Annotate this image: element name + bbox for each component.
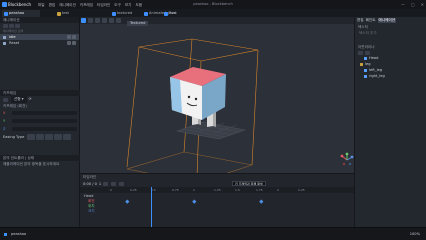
status-project-name: peashoo: [11, 232, 27, 236]
tab-rest[interactable]: Rest: [162, 10, 192, 17]
keyframe-y-input[interactable]: [12, 119, 77, 123]
play-icon[interactable]: [103, 181, 109, 186]
visibility-icon[interactable]: [72, 35, 76, 39]
project-icon: [3, 11, 8, 16]
playhead[interactable]: [151, 187, 152, 228]
keyframe-channel-row: 선형 ▾ ⟳: [0, 96, 80, 103]
menu-bar: 파일 편집 애니메이션 키프레임 타임라인 도구 보기 도움: [38, 3, 142, 8]
tick-label: 0: [110, 188, 112, 192]
axis-gizmo[interactable]: [340, 152, 354, 166]
status-bar: peashoo 100%: [0, 227, 426, 240]
import-animation-button[interactable]: [9, 24, 14, 28]
tick-label: 2: [277, 188, 279, 192]
tab-test[interactable]: test: [55, 10, 100, 17]
prev-keyframe-button[interactable]: [3, 97, 8, 102]
animation-icon: [3, 35, 6, 39]
tooltip: 키 프레임과 함께 재생: [232, 181, 266, 186]
animation-item-reset[interactable]: Reset: [0, 40, 79, 46]
timeline-panel: 타임라인 0:00 / 0 1 ⏮ ⏭ 키 프레임과 함께 재생 0 0.25 …: [80, 173, 354, 228]
project-icon: [56, 11, 61, 16]
right-panel: 편집 페인트 애니메이션 텍스처 텍스처 추가 아웃라이너 Head leg l…: [354, 17, 426, 227]
keyframe[interactable]: [259, 199, 264, 204]
project-tab-bar: peashoo test textured Animated_Java Rest: [0, 9, 426, 17]
model-head-cube: [170, 67, 226, 120]
loop-icon[interactable]: [67, 35, 71, 39]
bone-controller-text: 애플리케이션 본의 중독을 표시하세요: [3, 162, 60, 166]
menu-timeline[interactable]: 타임라인: [97, 3, 110, 8]
menu-tools[interactable]: 도구: [114, 3, 121, 8]
scene-canvas: [126, 38, 354, 173]
project-icon: [4, 232, 7, 236]
add-animation-button[interactable]: [3, 24, 8, 28]
easing-sine-button[interactable]: [36, 134, 45, 140]
keyframe-x-row: X: [0, 109, 80, 117]
project-icon: [111, 11, 116, 16]
minimize-icon[interactable]: —: [401, 2, 405, 7]
tick-label: 0.25: [130, 188, 137, 192]
keyframe-z-row: Z: [0, 125, 80, 133]
status-zoom: 100%: [409, 232, 420, 236]
project-icon: [143, 11, 148, 16]
tick-label: 2.25: [298, 188, 305, 192]
mode-animate[interactable]: 애니메이션: [377, 18, 397, 23]
3d-viewport[interactable]: Textured: [80, 17, 354, 173]
menu-help[interactable]: 도움: [136, 3, 143, 8]
easing-linear-button[interactable]: [27, 134, 36, 140]
easing-back-button[interactable]: [63, 134, 72, 140]
menu-edit[interactable]: 편집: [49, 3, 56, 8]
interpolation-select[interactable]: 선형 ▾: [11, 96, 27, 103]
visibility-icon[interactable]: [72, 41, 76, 45]
timeline-row-scale[interactable]: 크기: [80, 209, 354, 214]
snap-icon[interactable]: [119, 181, 125, 186]
cube-icon: [364, 68, 367, 72]
cube-icon: [364, 74, 367, 78]
keyframe[interactable]: [192, 199, 197, 204]
keyframe-y-row: Y: [0, 117, 80, 125]
folder-icon: [360, 62, 363, 66]
mode-paint[interactable]: 페인트: [366, 18, 376, 23]
loop-mode-icon[interactable]: [111, 181, 117, 186]
time-display: 0:00 / 0: [83, 181, 97, 186]
outliner-item-right-leg[interactable]: right_leg: [355, 73, 426, 79]
easing-quad-button[interactable]: [45, 134, 54, 140]
menu-view[interactable]: 보기: [125, 3, 132, 8]
speed-value[interactable]: 1: [99, 182, 101, 186]
easing-row: Easing Type: [0, 133, 80, 141]
keyframe-panel: 키프레임 선형 ▾ ⟳ 키프레임 (회전) X Y Z Easing Type …: [0, 90, 80, 167]
keyframe-x-input[interactable]: [12, 111, 77, 115]
timeline-ruler[interactable]: 0 0.25 0.5 0.75 1 1.25 1.5 1.75 2 2.25: [80, 187, 354, 193]
mode-edit[interactable]: 편집: [357, 18, 364, 23]
close-icon[interactable]: ✕: [421, 2, 424, 7]
maximize-icon[interactable]: ▢: [411, 2, 415, 7]
tick-label: 1: [193, 188, 195, 192]
refresh-icon[interactable]: ⟳: [29, 96, 32, 103]
menu-keyframe[interactable]: 키프레임: [80, 3, 93, 8]
easing-cubic-button[interactable]: [54, 134, 63, 140]
tick-label: 1.5: [235, 188, 240, 192]
project-icon: [163, 11, 168, 16]
animation-icon: [3, 41, 6, 45]
add-group-button[interactable]: [358, 50, 363, 55]
sort-animation-button[interactable]: [15, 24, 20, 28]
window-controls: — ▢ ✕: [401, 2, 424, 7]
menu-animation[interactable]: 애니메이션: [59, 3, 76, 8]
tick-label: 1.25: [214, 188, 221, 192]
mode-tabs: 편집 페인트 애니메이션: [355, 17, 426, 24]
tick-label: 1.75: [256, 188, 263, 192]
menu-file[interactable]: 파일: [38, 3, 45, 8]
keyframe[interactable]: [125, 199, 130, 204]
collapse-button[interactable]: [365, 50, 370, 55]
tick-label: 0.75: [172, 188, 179, 192]
keyframe-z-input[interactable]: [12, 127, 77, 131]
tab-peashoo[interactable]: peashoo: [2, 10, 40, 17]
cube-icon: [364, 56, 367, 60]
timeline-controls: 0:00 / 0 1 ⏮ ⏭: [80, 180, 354, 187]
tab-textured[interactable]: textured: [110, 10, 140, 17]
loop-icon[interactable]: [67, 41, 71, 45]
